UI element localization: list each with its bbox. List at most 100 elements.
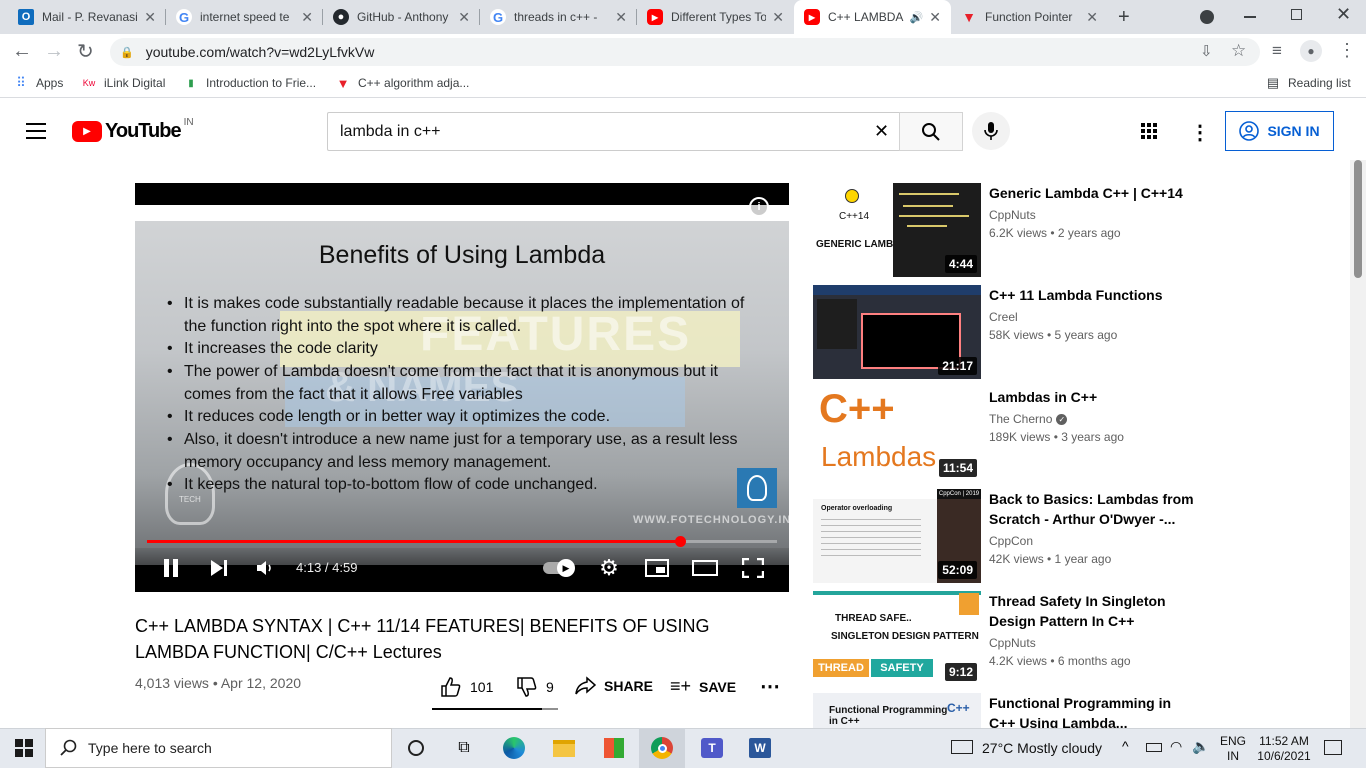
video-thumbnail[interactable]: THREAD SAFE.. SINGLETON DESIGN PATTERN T… [813,591,981,685]
close-icon[interactable]: ✕ [772,9,784,26]
profile-icon[interactable]: ● [1300,40,1322,62]
recommended-title[interactable]: Back to Basics: Lambdas from Scratch - A… [989,489,1194,529]
notification-center-icon[interactable] [1324,740,1342,755]
save-button[interactable]: ≡+ SAVE [670,676,736,697]
autoplay-toggle[interactable]: ▶ [541,559,575,577]
tab-cpp-lambda[interactable]: ▶ C++ LAMBDA 🔊 ✕ [794,0,951,34]
bookmark-cpp-algorithm[interactable]: ▼ C++ algorithm adja... [336,76,470,91]
show-hidden-icons-icon[interactable]: ^ [1122,738,1129,754]
language-indicator[interactable]: ENG IN [1220,734,1246,764]
bookmark-star-icon[interactable]: ☆ [1231,41,1246,61]
bookmark-introduction[interactable]: ▮ Introduction to Frie... [184,76,316,90]
miniplayer-button[interactable] [645,559,669,577]
close-icon[interactable]: ✕ [144,9,156,26]
task-view-icon[interactable]: ⧉ [452,736,476,760]
video-thumbnail[interactable]: C++14 GENERIC LAMBDA 4:44 [813,183,981,277]
settings-menu-icon[interactable]: ⋮ [1190,120,1210,145]
progress-scrubber[interactable] [675,536,686,547]
channel-name[interactable]: CppNuts [989,208,1036,222]
more-actions-icon[interactable]: ⋯ [760,674,780,699]
channel-name[interactable]: Creel [989,310,1018,324]
recommended-video[interactable]: 21:17 C++ 11 Lambda Functions Creel 58K … [813,285,1343,379]
tab-internet-speed[interactable]: G internet speed te ✕ [166,0,323,34]
settings-gear-icon[interactable]: ⚙ [598,555,620,580]
close-icon[interactable]: ✕ [301,9,313,26]
wifi-icon[interactable]: ◠ [1170,738,1182,755]
chrome-menu-icon[interactable]: ⋮ [1338,40,1356,61]
close-icon[interactable]: ✕ [458,9,470,26]
mute-button[interactable] [255,559,275,577]
recommended-title[interactable]: Thread Safety In Singleton Design Patter… [989,591,1194,631]
video-thumbnail[interactable]: 21:17 [813,285,981,379]
weather-text[interactable]: 27°C Mostly cloudy [982,740,1102,756]
minimize-icon[interactable] [1244,16,1256,18]
chrome-icon[interactable] [650,736,674,760]
search-button[interactable] [899,112,963,151]
office-app-icon[interactable] [602,736,626,760]
recommended-video[interactable]: Operator overloading CppCon | 2019 52:09… [813,489,1343,583]
voice-search-button[interactable] [972,112,1010,150]
video-player[interactable]: FEATURES & NAMES TECH WWW.FOTECHNOLOGY.I… [135,183,789,592]
channel-name[interactable]: The Cherno ✓ [989,412,1068,426]
recommended-video[interactable]: C++14 GENERIC LAMBDA 4:44 Generic Lambda… [813,183,1343,277]
clock[interactable]: 11:52 AM 10/6/2021 [1254,734,1314,764]
info-icon[interactable]: i [749,197,769,217]
video-thumbnail[interactable]: Functional Programming in C++ C++ [813,693,981,728]
weather-news-icon[interactable] [951,740,973,754]
bookmark-apps[interactable]: ⠿ Apps [14,75,63,90]
file-explorer-icon[interactable] [552,736,576,760]
taskbar-search-input[interactable]: Type here to search [45,728,392,768]
recommended-title[interactable]: C++ 11 Lambda Functions [989,285,1194,305]
edge-icon[interactable] [502,736,526,760]
clear-search-icon[interactable]: ✕ [874,121,889,142]
video-thumbnail[interactable]: C++ Lambdas 11:54 [813,387,981,481]
close-icon[interactable]: ✕ [929,9,941,26]
next-button[interactable] [209,559,229,577]
sign-in-button[interactable]: SIGN IN [1225,111,1334,151]
word-icon[interactable]: W [748,736,772,760]
pause-button[interactable] [162,558,180,578]
window-close-icon[interactable]: ✕ [1336,4,1351,25]
url-text[interactable]: youtube.com/watch?v=wd2LyLfvkVw [146,44,375,60]
recommended-video[interactable]: THREAD SAFE.. SINGLETON DESIGN PATTERN T… [813,591,1343,685]
recommended-title[interactable]: Generic Lambda C++ | C++14 [989,183,1194,203]
theater-mode-button[interactable] [692,560,718,576]
tab-github[interactable]: ● GitHub - Anthony ✕ [323,0,480,34]
address-bar[interactable]: 🔒 youtube.com/watch?v=wd2LyLfvkVw ⇩ ☆ [110,38,1260,66]
recommended-video[interactable]: C++ Lambdas 11:54 Lambdas in C++ The Che… [813,387,1343,481]
channel-name[interactable]: CppCon [989,534,1033,548]
tab-different-types[interactable]: ▶ Different Types To ✕ [637,0,794,34]
share-button[interactable]: SHARE [574,676,653,696]
restore-icon[interactable] [1291,9,1302,20]
cortana-icon[interactable] [404,736,428,760]
tab-threads[interactable]: G threads in c++ - ✕ [480,0,637,34]
channel-name[interactable]: CppNuts [989,636,1036,650]
dislike-button[interactable]: 9 [516,676,554,698]
volume-icon[interactable]: 🔈 [1192,738,1209,755]
fullscreen-button[interactable] [742,558,764,578]
recommended-video[interactable]: Functional Programming in C++ C++ Functi… [813,693,1343,728]
tab-function-pointer[interactable]: ▼ Function Pointer ✕ [951,0,1108,34]
bookmark-ilink[interactable]: Kw iLink Digital [82,76,166,90]
like-button[interactable]: 101 [440,676,493,698]
teams-icon[interactable]: T [700,736,724,760]
media-control-icon[interactable]: ≡ [1272,41,1282,61]
recommended-title[interactable]: Functional Programming in C++ Using Lamb… [989,693,1194,728]
search-input[interactable]: lambda in c++ ✕ [327,112,900,151]
recommended-title[interactable]: Lambdas in C++ [989,387,1194,407]
forward-arrow-icon[interactable]: → [44,40,64,63]
reading-list[interactable]: ▤ Reading list [1266,75,1351,90]
battery-icon[interactable] [1146,743,1162,752]
back-arrow-icon[interactable]: ← [12,40,32,63]
new-tab-icon[interactable]: + [1118,6,1130,29]
youtube-logo[interactable]: ▶ YouTube IN [72,117,194,143]
apps-icon[interactable] [1141,123,1157,139]
hamburger-menu-icon[interactable] [26,123,46,139]
close-icon[interactable]: ✕ [1086,9,1098,26]
speaker-icon[interactable]: 🔊 [910,11,924,24]
tab-mail[interactable]: O Mail - P. Revanasi ✕ [8,0,166,34]
close-icon[interactable]: ✕ [615,9,627,26]
scrollbar-thumb[interactable] [1354,160,1362,278]
reload-icon[interactable]: ↻ [77,39,94,64]
tab-search-icon[interactable] [1200,10,1214,24]
